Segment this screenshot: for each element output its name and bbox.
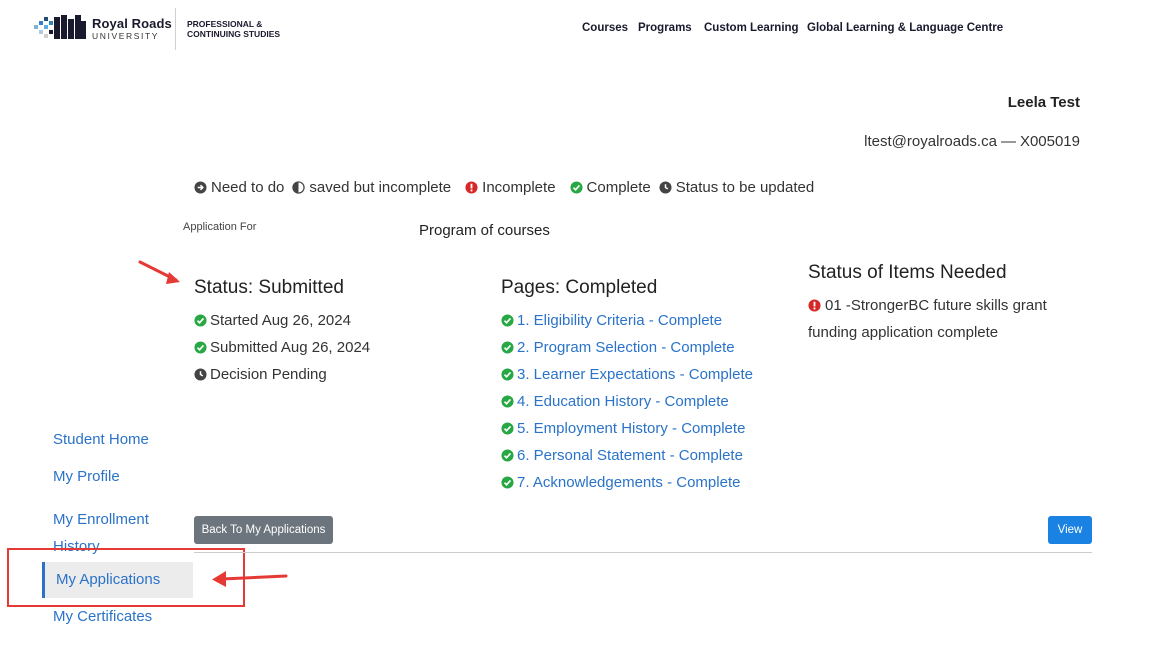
page-link-personal-statement[interactable]: 6. Personal Statement - Complete	[517, 447, 743, 464]
user-id: X005019	[1019, 133, 1080, 150]
status-decision: Decision Pending	[194, 361, 370, 388]
logo-subtitle: UNIVERSITY	[92, 31, 160, 41]
legend-status-to-update: Status to be updated	[659, 179, 814, 196]
legend-need-to-do: Need to do	[194, 179, 284, 196]
page-item[interactable]: 2. Program Selection - Complete	[501, 334, 753, 361]
page-item[interactable]: 5. Employment History - Complete	[501, 415, 753, 442]
legend-complete: Complete	[569, 179, 651, 196]
status-text: Decision Pending	[210, 366, 327, 383]
pages-list: 1. Eligibility Criteria - Complete 2. Pr…	[501, 307, 753, 496]
check-circle-icon	[194, 341, 207, 354]
check-circle-icon	[501, 314, 514, 327]
items-needed-item: 01 -StrongerBC future skills grant fundi…	[808, 292, 1078, 346]
exclamation-circle-icon	[465, 181, 478, 194]
page-link-acknowledgements[interactable]: 7. Acknowledgements - Complete	[517, 474, 740, 491]
user-name: Leela Test	[1007, 94, 1080, 111]
sidebar-item-my-profile[interactable]: My Profile	[53, 468, 120, 485]
page-item[interactable]: 1. Eligibility Criteria - Complete	[501, 307, 753, 334]
legend-label: Incomplete	[482, 179, 556, 196]
half-circle-icon	[292, 181, 306, 194]
user-email-line: ltest@royalroads.ca — X005019	[864, 133, 1080, 150]
legend-label: Status to be updated	[675, 179, 815, 196]
check-circle-icon	[501, 449, 514, 462]
items-needed-text: 01 -StrongerBC future skills grant fundi…	[808, 297, 1047, 341]
status-title: Status: Submitted	[194, 277, 344, 298]
status-submitted: Submitted Aug 26, 2024	[194, 334, 370, 361]
nav-global-learning[interactable]: Global Learning & Language Centre	[807, 22, 1003, 34]
logo-divider	[175, 8, 176, 50]
page-item[interactable]: 6. Personal Statement - Complete	[501, 442, 753, 469]
legend-saved-incomplete: saved but incomplete	[292, 179, 451, 196]
page-link-eligibility[interactable]: 1. Eligibility Criteria - Complete	[517, 312, 722, 329]
check-circle-icon	[501, 395, 514, 408]
legend-label: Need to do	[211, 179, 285, 196]
user-email: ltest@royalroads.ca	[864, 133, 997, 150]
status-started: Started Aug 26, 2024	[194, 307, 370, 334]
royal-roads-logo-icon	[34, 15, 86, 39]
status-text: Started Aug 26, 2024	[210, 312, 351, 329]
check-circle-icon	[194, 314, 207, 327]
user-separator: —	[1000, 133, 1016, 150]
page-item[interactable]: 7. Acknowledgements - Complete	[501, 469, 753, 496]
clock-icon	[194, 368, 207, 381]
arrow-circle-icon	[194, 181, 207, 194]
unit-name-line2: CONTINUING STUDIES	[187, 29, 281, 39]
nav-courses[interactable]: Courses	[582, 22, 628, 34]
nav-custom-learning[interactable]: Custom Learning	[704, 22, 799, 34]
application-for-value: Program of courses	[419, 222, 550, 239]
page-link-program-selection[interactable]: 2. Program Selection - Complete	[517, 339, 735, 356]
page-item[interactable]: 3. Learner Expectations - Complete	[501, 361, 753, 388]
check-circle-icon	[501, 422, 514, 435]
exclamation-circle-icon	[808, 299, 821, 312]
back-to-applications-button[interactable]: Back To My Applications	[194, 516, 333, 544]
page-link-employment-history[interactable]: 5. Employment History - Complete	[517, 420, 745, 437]
legend-label: saved but incomplete	[309, 179, 452, 196]
check-circle-icon	[501, 476, 514, 489]
legend-label: Complete	[586, 179, 651, 196]
page-link-learner-expectations[interactable]: 3. Learner Expectations - Complete	[517, 366, 753, 383]
status-legend: Need to do saved but incomplete Incomple…	[194, 179, 822, 196]
sidebar-item-my-certificates[interactable]: My Certificates	[53, 608, 152, 625]
status-text: Submitted Aug 26, 2024	[210, 339, 371, 356]
status-list: Started Aug 26, 2024 Submitted Aug 26, 2…	[194, 307, 370, 388]
page-link-education-history[interactable]: 4. Education History - Complete	[517, 393, 729, 410]
nav-programs[interactable]: Programs	[638, 22, 692, 34]
annotation-arrow-icon	[138, 260, 180, 284]
legend-incomplete: Incomplete	[465, 179, 556, 196]
application-for-label: Application For	[183, 221, 257, 233]
logo-name: Royal Roads	[92, 16, 172, 31]
sidebar-item-student-home[interactable]: Student Home	[53, 431, 149, 448]
check-circle-icon	[569, 181, 583, 194]
check-circle-icon	[501, 341, 514, 354]
pages-title: Pages: Completed	[501, 277, 658, 298]
clock-icon	[659, 181, 672, 194]
check-circle-icon	[501, 368, 514, 381]
unit-name: PROFESSIONAL & CONTINUING STUDIES	[187, 19, 280, 39]
items-needed-title: Status of Items Needed	[808, 262, 1007, 283]
view-button[interactable]: View	[1048, 516, 1092, 544]
annotation-arrow-icon	[212, 571, 288, 587]
unit-name-line1: PROFESSIONAL &	[187, 19, 263, 29]
divider	[194, 552, 1092, 553]
page-item[interactable]: 4. Education History - Complete	[501, 388, 753, 415]
